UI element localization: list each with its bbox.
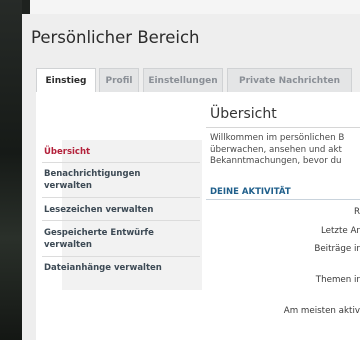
sidebar-item-label-line1: Gespeicherte Entwürfe xyxy=(44,228,154,238)
section-title: Übersicht xyxy=(210,106,277,122)
tab-private-nachrichten[interactable]: Private Nachrichten xyxy=(227,68,352,92)
activity-divider xyxy=(206,199,360,200)
sidebar-item-benachrichtigungen[interactable]: Benachrichtigungen verwalten xyxy=(44,168,140,192)
title-divider xyxy=(206,127,360,128)
sidebar-item-entwuerfe[interactable]: Gespeicherte Entwürfe verwalten xyxy=(44,227,154,251)
sidebar-item-uebersicht[interactable]: Übersicht xyxy=(44,146,90,158)
sidebar-item-dateianhaenge[interactable]: Dateianhänge verwalten xyxy=(44,262,162,274)
top-bar xyxy=(30,0,360,15)
sidebar-divider xyxy=(42,256,200,257)
page-title: Persönlicher Bereich xyxy=(31,28,200,47)
background-left xyxy=(0,0,22,340)
intro-line: Bekanntmachungen, bevor du xyxy=(210,156,342,166)
intro-line: überwachen, ansehen und akt xyxy=(210,144,342,155)
sidebar-item-label-line1: Benachrichtigungen xyxy=(44,169,141,179)
sidebar-divider xyxy=(42,220,200,221)
stat-label: R xyxy=(353,207,360,217)
tab-einstieg[interactable]: Einstieg xyxy=(36,68,96,93)
sidebar-divider xyxy=(42,162,200,163)
stat-label: Themen ir xyxy=(315,275,360,285)
tab-einstellungen[interactable]: Einstellungen xyxy=(143,68,223,92)
activity-heading: DEINE AKTIVITÄT xyxy=(210,187,291,197)
sidebar-item-label-line2: verwalten xyxy=(44,240,92,250)
stat-label: Letzte Ar xyxy=(320,226,360,236)
sidebar-divider xyxy=(42,197,200,198)
sidebar-item-label-line2: verwalten xyxy=(44,181,92,191)
sidebar-item-lesezeichen[interactable]: Lesezeichen verwalten xyxy=(44,204,153,216)
intro-line: Willkommen im persönlichen B xyxy=(210,133,345,143)
stat-label: Beiträge ir xyxy=(314,244,360,254)
stat-label: Am meisten aktiv xyxy=(283,306,360,316)
tab-profil[interactable]: Profil xyxy=(99,68,139,92)
intro-text: Willkommen im persönlichen B überwachen,… xyxy=(210,133,360,168)
